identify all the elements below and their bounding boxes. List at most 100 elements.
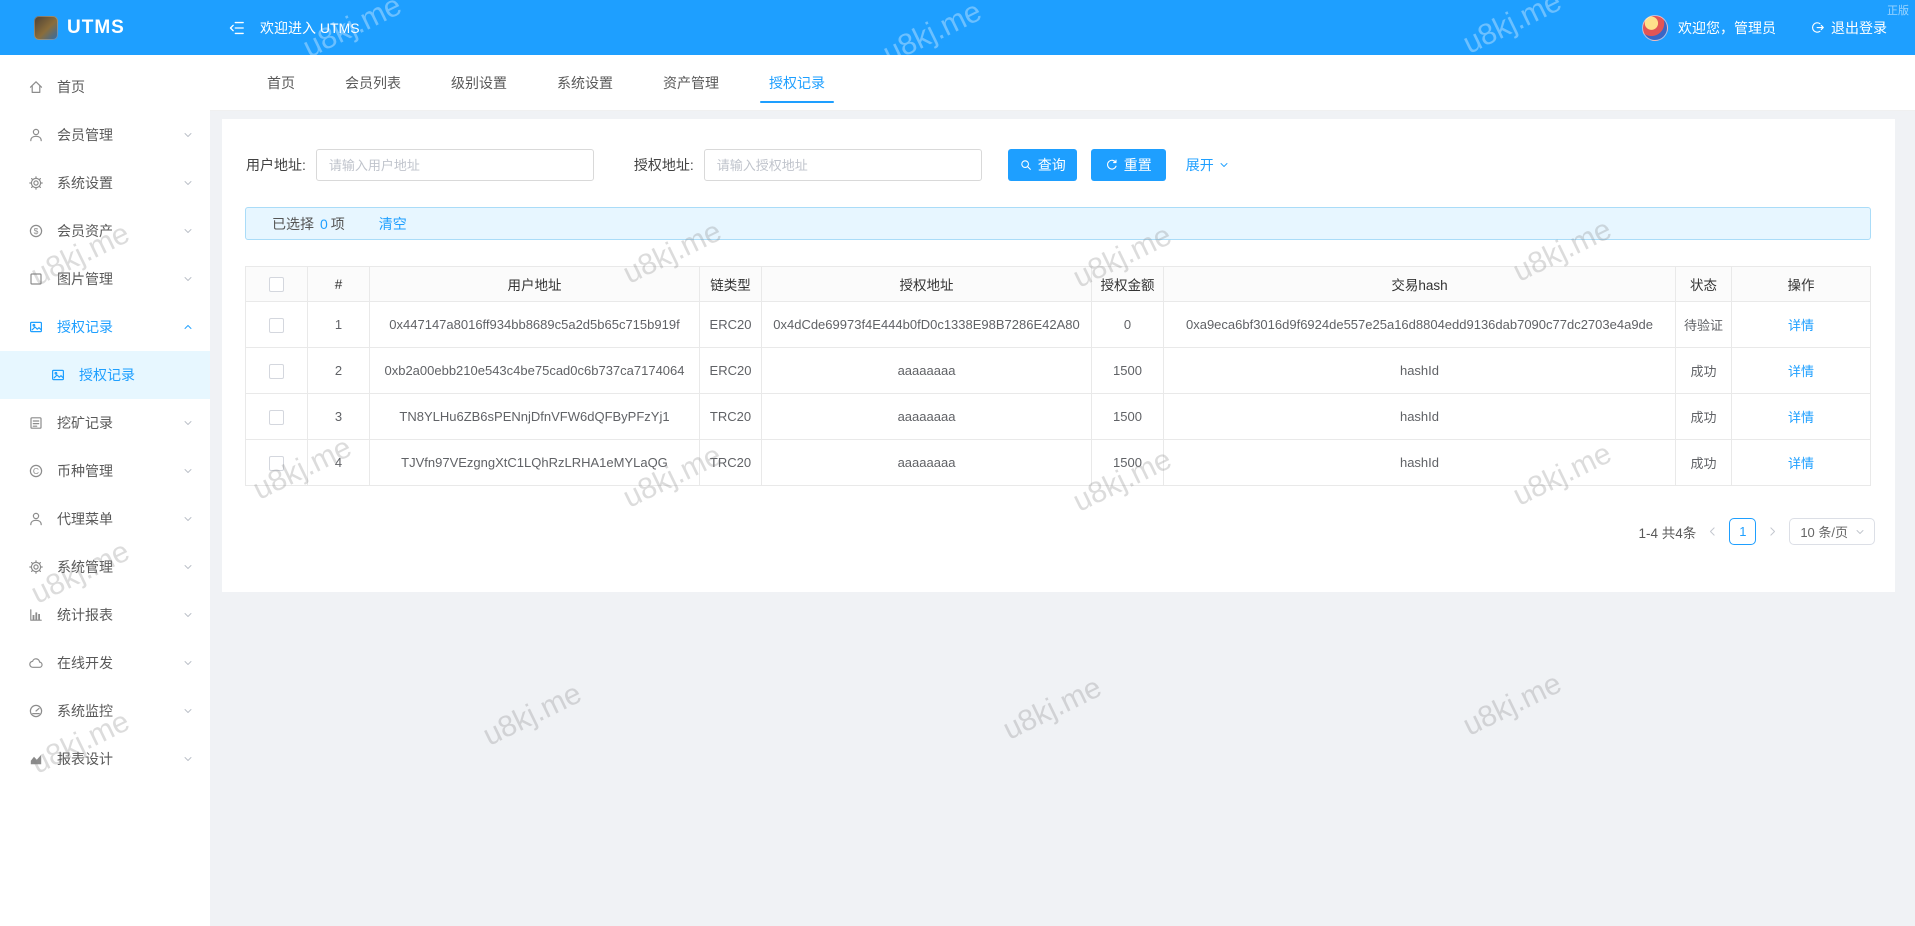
sidebar-item-online-dev[interactable]: 在线开发 (0, 639, 210, 687)
cell-status: 成功 (1676, 348, 1732, 394)
column-header: 用户地址 (370, 267, 700, 302)
watermark: u8kj.me (1458, 667, 1567, 744)
cell-index: 3 (308, 394, 370, 440)
next-page-button[interactable] (1766, 525, 1779, 538)
sidebar-item-auth-records[interactable]: 授权记录 (0, 303, 210, 351)
tab-level-settings[interactable]: 级别设置 (426, 55, 532, 110)
tab-asset-management[interactable]: 资产管理 (638, 55, 744, 110)
sidebar-item-report-design[interactable]: 报表设计 (0, 735, 210, 783)
pagination: 1-4 共4条 1 10 条/页 (222, 518, 1875, 545)
expand-link[interactable]: 展开 (1186, 155, 1230, 175)
collapse-menu-icon[interactable] (228, 19, 246, 37)
selection-bar: 已选择 0 项 清空 (245, 207, 1871, 240)
detail-link[interactable]: 详情 (1788, 364, 1814, 379)
row-checkbox[interactable] (269, 364, 284, 379)
chevron-down-icon (182, 129, 194, 141)
selection-prefix: 已选择 (272, 214, 314, 234)
chart-bar-icon (28, 607, 45, 624)
cell-user_address: TJVfn97VEzgngXtC1LQhRzLRHA1eMYLaQG (370, 440, 700, 486)
sidebar-item-home[interactable]: 首页 (0, 63, 210, 111)
tab-system-settings[interactable]: 系统设置 (532, 55, 638, 110)
row-checkbox[interactable] (269, 410, 284, 425)
auth-address-label: 授权地址: (634, 155, 694, 175)
cell-hash: hashId (1164, 394, 1676, 440)
logout-icon (1810, 20, 1825, 35)
app-logo: UTMS (0, 16, 210, 40)
user-icon (28, 511, 45, 528)
watermark: u8kj.me (478, 677, 587, 754)
logout-button[interactable]: 退出登录 (1810, 18, 1887, 38)
tab-home[interactable]: 首页 (242, 55, 320, 110)
chevron-down-icon (182, 417, 194, 429)
sidebar-item-image-management[interactable]: 图片管理 (0, 255, 210, 303)
reset-button[interactable]: 重置 (1091, 149, 1166, 181)
chevron-down-icon (182, 561, 194, 573)
page-number-button[interactable]: 1 (1729, 518, 1756, 545)
refresh-icon (1105, 158, 1119, 172)
user-address-input[interactable] (316, 149, 594, 181)
content-card: 用户地址: 授权地址: 查询 重置 展开 已选择 0 项 清空 (222, 119, 1895, 592)
detail-link[interactable]: 详情 (1788, 318, 1814, 333)
cell-user_address: TN8YLHu6ZB6sPENnjDfnVFW6dQFByPFzYj1 (370, 394, 700, 440)
chevron-down-icon (182, 321, 194, 333)
user-icon (28, 127, 45, 144)
app-title: UTMS (67, 17, 125, 39)
tab-member-list[interactable]: 会员列表 (320, 55, 426, 110)
table-row: 3TN8YLHu6ZB6sPENnjDfnVFW6dQFByPFzYj1TRC2… (246, 394, 1871, 440)
cell-amount: 1500 (1092, 394, 1164, 440)
svg-text:C: C (33, 466, 39, 476)
prev-page-button[interactable] (1706, 525, 1719, 538)
user-address-label: 用户地址: (246, 155, 306, 175)
sidebar-item-agent-menu[interactable]: 代理菜单 (0, 495, 210, 543)
table-row: 10x447147a8016ff934bb8689c5a2d5b65c715b9… (246, 302, 1871, 348)
sidebar-item-statistics-report[interactable]: 统计报表 (0, 591, 210, 639)
chevron-left-icon (1706, 525, 1719, 538)
chevron-down-icon (182, 513, 194, 525)
chevron-down-icon (1854, 526, 1866, 538)
sidebar-subitem-auth-records-sub[interactable]: 授权记录 (0, 351, 210, 399)
cell-chain: TRC20 (700, 440, 762, 486)
clear-selection-link[interactable]: 清空 (379, 214, 407, 234)
logo-icon (34, 16, 58, 40)
cell-status: 待验证 (1676, 302, 1732, 348)
detail-link[interactable]: 详情 (1788, 456, 1814, 471)
cell-status: 成功 (1676, 394, 1732, 440)
cell-auth_address: aaaaaaaa (762, 348, 1092, 394)
cell-hash: 0xa9eca6bf3016d9f6924de557e25a16d8804edd… (1164, 302, 1676, 348)
detail-link[interactable]: 详情 (1788, 410, 1814, 425)
table-row: 20xb2a00ebb210e543c4be75cad0c6b737ca7174… (246, 348, 1871, 394)
row-checkbox[interactable] (269, 318, 284, 333)
tab-auth-records[interactable]: 授权记录 (744, 55, 850, 110)
page-size-select[interactable]: 10 条/页 (1789, 518, 1875, 545)
column-header: # (308, 267, 370, 302)
column-header: 操作 (1732, 267, 1871, 302)
sidebar-item-system-monitor[interactable]: 系统监控 (0, 687, 210, 735)
auth-records-table: #用户地址链类型授权地址授权金额交易hash状态操作 10x447147a801… (245, 266, 1871, 486)
sidebar-item-coin-management[interactable]: C币种管理 (0, 447, 210, 495)
chevron-down-icon (182, 609, 194, 621)
cell-auth_address: aaaaaaaa (762, 440, 1092, 486)
cell-amount: 0 (1092, 302, 1164, 348)
chevron-down-icon (1218, 159, 1230, 171)
sidebar-item-member-management[interactable]: 会员管理 (0, 111, 210, 159)
sidebar-item-mining-records[interactable]: 挖矿记录 (0, 399, 210, 447)
row-checkbox[interactable] (269, 456, 284, 471)
sidebar: 首页会员管理系统设置$会员资产图片管理授权记录授权记录挖矿记录C币种管理代理菜单… (0, 55, 210, 926)
search-button[interactable]: 查询 (1008, 149, 1077, 181)
cell-amount: 1500 (1092, 440, 1164, 486)
home-icon (28, 79, 45, 96)
sidebar-item-member-assets[interactable]: $会员资产 (0, 207, 210, 255)
cell-status: 成功 (1676, 440, 1732, 486)
cell-index: 4 (308, 440, 370, 486)
cell-action: 详情 (1732, 440, 1871, 486)
cell-chain: TRC20 (700, 394, 762, 440)
user-avatar[interactable] (1642, 15, 1668, 41)
cloud-icon (28, 655, 45, 672)
auth-address-input[interactable] (704, 149, 982, 181)
select-all-checkbox[interactable] (269, 277, 284, 292)
welcome-text: 欢迎进入 UTMS (260, 18, 360, 38)
dollar-icon: $ (28, 223, 45, 240)
sidebar-item-system-settings[interactable]: 系统设置 (0, 159, 210, 207)
cell-auth_address: 0x4dCde69973f4E444b0fD0c1338E98B7286E42A… (762, 302, 1092, 348)
sidebar-item-system-management[interactable]: 系统管理 (0, 543, 210, 591)
